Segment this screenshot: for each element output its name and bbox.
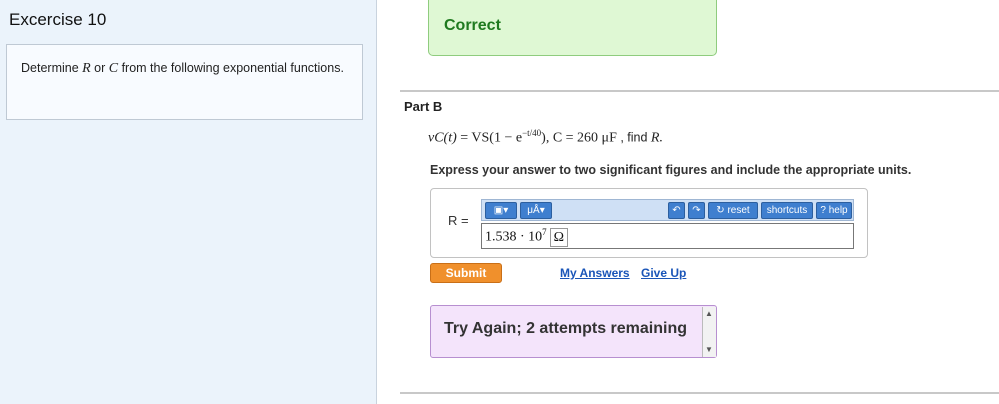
feedback-scrollbar[interactable]: ▲ ▼ bbox=[702, 307, 716, 357]
question-equation: vC(t) = VS(1 − e−t/40), C = 260 μF , fin… bbox=[428, 128, 663, 147]
q-find: , find bbox=[616, 130, 651, 145]
divider-top bbox=[400, 90, 999, 92]
q-close: ), bbox=[541, 130, 553, 146]
q-lhs: vC(t) bbox=[428, 130, 457, 146]
shortcuts-button[interactable]: shortcuts bbox=[761, 202, 813, 219]
part-label: Part B bbox=[404, 99, 443, 114]
problem-text-1: Determine bbox=[21, 61, 83, 75]
instruction-text: Express your answer to two significant f… bbox=[430, 163, 912, 177]
answer-box: R = ▣▾ μÅ▾ ↶ ↷ ↻ reset shortcuts ? help … bbox=[430, 188, 868, 258]
units-button[interactable]: μÅ▾ bbox=[520, 202, 552, 219]
scroll-up-icon[interactable]: ▲ bbox=[705, 309, 713, 318]
divider-bottom bbox=[400, 392, 999, 394]
q-eq: = VS(1 − e bbox=[456, 130, 523, 146]
correct-text: Correct bbox=[444, 17, 501, 34]
help-button[interactable]: ? help bbox=[816, 202, 852, 219]
q-exponent: −t/40 bbox=[522, 128, 542, 138]
answer-label: R = bbox=[448, 213, 469, 228]
my-answers-link[interactable]: My Answers bbox=[560, 266, 630, 280]
q-target: R. bbox=[650, 130, 663, 146]
templates-button[interactable]: ▣▾ bbox=[485, 202, 517, 219]
answer-expression: 1.538 · 107 Ω bbox=[485, 227, 569, 247]
try-again-text: Try Again; 2 attempts remaining bbox=[444, 320, 688, 337]
var-r: R bbox=[82, 61, 91, 76]
left-panel: Excercise 10 Determine R or C from the f… bbox=[0, 0, 377, 404]
scroll-down-icon[interactable]: ▼ bbox=[705, 345, 713, 354]
problem-text-2: from the following exponential functions… bbox=[118, 61, 344, 75]
exercise-title: Excercise 10 bbox=[9, 10, 107, 29]
give-up-link[interactable]: Give Up bbox=[641, 266, 686, 280]
answer-unit: Ω bbox=[549, 227, 569, 247]
undo-icon[interactable]: ↶ bbox=[668, 202, 685, 219]
correct-feedback: Correct bbox=[428, 0, 717, 56]
var-c: C bbox=[108, 61, 119, 76]
redo-icon[interactable]: ↷ bbox=[688, 202, 705, 219]
answer-input[interactable]: 1.538 · 107 Ω bbox=[481, 223, 854, 249]
answer-exponent: 7 bbox=[542, 227, 547, 237]
equation-toolbar: ▣▾ μÅ▾ ↶ ↷ ↻ reset shortcuts ? help bbox=[481, 199, 854, 221]
reset-button[interactable]: ↻ reset bbox=[708, 202, 758, 219]
problem-or: or bbox=[90, 61, 109, 75]
q-c-value: C = 260 μF bbox=[552, 130, 617, 146]
try-again-feedback: Try Again; 2 attempts remaining bbox=[430, 305, 717, 358]
answer-value: 1.538 · 10 bbox=[485, 229, 543, 245]
problem-statement: Determine R or C from the following expo… bbox=[6, 44, 363, 120]
submit-button[interactable]: Submit bbox=[430, 263, 502, 283]
